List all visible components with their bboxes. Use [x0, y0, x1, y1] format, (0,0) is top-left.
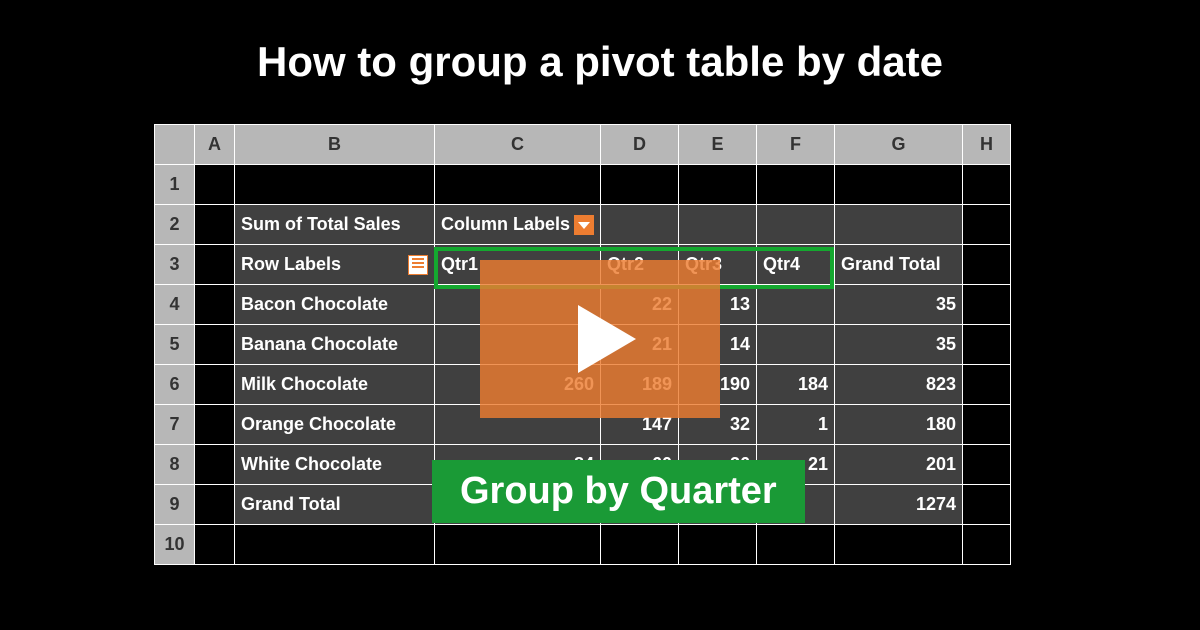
pivot-row-labels-cell[interactable]: Row Labels	[235, 245, 435, 285]
pivot-row-label[interactable]: Milk Chocolate	[235, 365, 435, 405]
grand-total-label[interactable]: Grand Total	[235, 485, 435, 525]
cell[interactable]	[195, 245, 235, 285]
col-header-D[interactable]: D	[601, 125, 679, 165]
pivot-row-label[interactable]: Banana Chocolate	[235, 325, 435, 365]
cell[interactable]	[195, 445, 235, 485]
pivot-row-label[interactable]: Bacon Chocolate	[235, 285, 435, 325]
row-header[interactable]: 6	[155, 365, 195, 405]
col-header-A[interactable]: A	[195, 125, 235, 165]
column-labels-dropdown-icon[interactable]	[574, 215, 594, 235]
row-header[interactable]: 9	[155, 485, 195, 525]
row-header[interactable]: 4	[155, 285, 195, 325]
pivot-column-labels-cell[interactable]: Column Labels	[435, 205, 601, 245]
pivot-row-total[interactable]: 201	[835, 445, 963, 485]
cell[interactable]	[435, 525, 601, 565]
cell[interactable]	[757, 205, 835, 245]
cell[interactable]	[963, 325, 1011, 365]
cell[interactable]	[235, 165, 435, 205]
cell[interactable]	[195, 485, 235, 525]
col-header-G[interactable]: G	[835, 125, 963, 165]
row-labels-sort-icon[interactable]	[408, 255, 428, 275]
cell[interactable]	[195, 205, 235, 245]
row-header[interactable]: 10	[155, 525, 195, 565]
cell[interactable]	[235, 525, 435, 565]
pivot-row-label[interactable]: White Chocolate	[235, 445, 435, 485]
cell[interactable]	[195, 405, 235, 445]
cell[interactable]	[963, 285, 1011, 325]
cell[interactable]	[963, 485, 1011, 525]
pivot-value[interactable]: 1	[757, 405, 835, 445]
row-header[interactable]: 2	[155, 205, 195, 245]
pivot-row-label[interactable]: Orange Chocolate	[235, 405, 435, 445]
cell[interactable]	[835, 205, 963, 245]
column-labels-text: Column Labels	[441, 214, 570, 235]
row-header[interactable]: 1	[155, 165, 195, 205]
cell[interactable]	[195, 285, 235, 325]
cell[interactable]	[601, 205, 679, 245]
caption-banner: Group by Quarter	[432, 460, 805, 523]
col-header-F[interactable]: F	[757, 125, 835, 165]
cell[interactable]	[195, 165, 235, 205]
cell[interactable]	[435, 165, 601, 205]
pivot-value[interactable]: 184	[757, 365, 835, 405]
cell[interactable]	[601, 165, 679, 205]
col-header-C[interactable]: C	[435, 125, 601, 165]
cell[interactable]	[963, 445, 1011, 485]
grand-total-value[interactable]: 1274	[835, 485, 963, 525]
pivot-value[interactable]	[757, 285, 835, 325]
cell[interactable]	[195, 365, 235, 405]
play-button[interactable]	[480, 260, 720, 418]
row-header[interactable]: 7	[155, 405, 195, 445]
row-header[interactable]: 3	[155, 245, 195, 285]
cell[interactable]	[195, 525, 235, 565]
row-header[interactable]: 8	[155, 445, 195, 485]
cell[interactable]	[835, 165, 963, 205]
pivot-row-total[interactable]: 35	[835, 285, 963, 325]
cell[interactable]	[679, 525, 757, 565]
row-labels-text: Row Labels	[241, 254, 341, 275]
pivot-row-total[interactable]: 823	[835, 365, 963, 405]
cell[interactable]	[963, 405, 1011, 445]
select-all-corner[interactable]	[155, 125, 195, 165]
col-header-E[interactable]: E	[679, 125, 757, 165]
pivot-row-total[interactable]: 180	[835, 405, 963, 445]
col-header-B[interactable]: B	[235, 125, 435, 165]
cell[interactable]	[963, 165, 1011, 205]
cell[interactable]	[963, 205, 1011, 245]
cell[interactable]	[963, 365, 1011, 405]
pivot-grand-total-header[interactable]: Grand Total	[835, 245, 963, 285]
cell[interactable]	[601, 525, 679, 565]
cell[interactable]	[757, 165, 835, 205]
col-header-H[interactable]: H	[963, 125, 1011, 165]
pivot-col-header[interactable]: Qtr4	[757, 245, 835, 285]
cell[interactable]	[679, 205, 757, 245]
cell[interactable]	[757, 525, 835, 565]
pivot-measure-label[interactable]: Sum of Total Sales	[235, 205, 435, 245]
cell[interactable]	[679, 165, 757, 205]
cell[interactable]	[963, 525, 1011, 565]
cell[interactable]	[195, 325, 235, 365]
pivot-value[interactable]	[757, 325, 835, 365]
pivot-row-total[interactable]: 35	[835, 325, 963, 365]
page-title: How to group a pivot table by date	[0, 0, 1200, 114]
cell[interactable]	[835, 525, 963, 565]
row-header[interactable]: 5	[155, 325, 195, 365]
cell[interactable]	[963, 245, 1011, 285]
